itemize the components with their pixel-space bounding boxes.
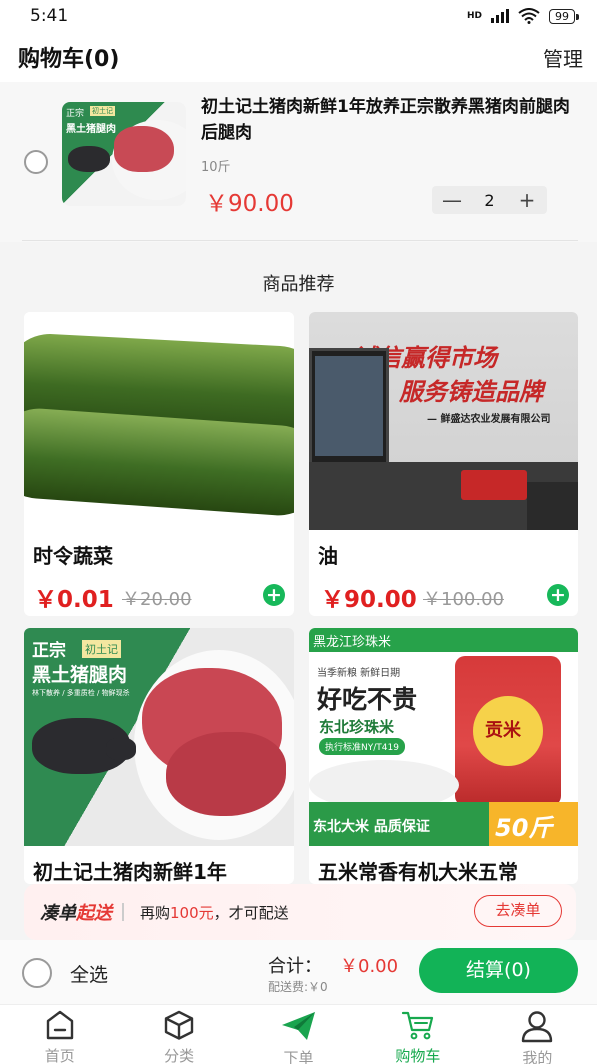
product-image: 诚信赢得市场 服务铸造品牌 — 鲜盛达农业发展有限公司: [309, 312, 578, 530]
product-image: 黑龙江珍珠米 当季新粮 新鲜日期 好吃不贵 东北珍珠米 执行标准NY/T419 …: [309, 628, 578, 846]
cart-icon: [398, 1009, 438, 1041]
battery-icon: 99: [549, 8, 579, 24]
thumb-tag: 初土记: [90, 106, 115, 116]
user-icon: [517, 1009, 557, 1043]
pork-subtitle: 黑土猪腿肉: [32, 664, 128, 686]
rice-line2: 东北珍珠米: [319, 718, 395, 736]
product-name: 油: [318, 544, 338, 568]
pork-features: 林下散养 / 多重质检 / 物鲜现杀: [32, 689, 130, 697]
banner-title-part2: 起送: [76, 903, 112, 924]
pork-tag: 初土记: [82, 640, 121, 658]
thumb-tag-top: 正宗: [66, 109, 85, 119]
add-more-button[interactable]: 去凑单: [474, 895, 562, 927]
checkout-bar: 全选 合计： ￥0.00 配送费:￥0 结算(0): [0, 940, 597, 1004]
banner-title-part1: 凑单: [40, 903, 76, 924]
cart-item-thumbnail[interactable]: 正宗 初土记 黑土猪腿肉: [62, 102, 186, 206]
product-card[interactable]: 黑龙江珍珠米 当季新粮 新鲜日期 好吃不贵 东北珍珠米 执行标准NY/T419 …: [309, 628, 578, 884]
total-value: ￥0.00: [340, 956, 399, 977]
manage-button[interactable]: 管理: [543, 43, 583, 72]
decrease-button[interactable]: —: [442, 188, 462, 212]
shipping-fee: 配送费:￥0: [268, 980, 328, 994]
rice-line1: 当季新粮 新鲜日期: [317, 668, 401, 679]
increase-button[interactable]: +: [517, 188, 537, 212]
product-card[interactable]: 正宗 初土记 黑土猪腿肉 林下散养 / 多重质检 / 物鲜现杀 初土记土猪肉新鲜…: [24, 628, 294, 884]
cart-item-spec: 10斤: [201, 160, 231, 175]
cart-item-price: ￥90.00: [205, 191, 294, 217]
select-all-label[interactable]: 全选: [70, 960, 108, 987]
divider: [22, 240, 578, 241]
status-bar: 5:41 HD 99: [0, 0, 597, 32]
pork-tag-top: 正宗: [32, 641, 66, 661]
product-card[interactable]: 诚信赢得市场 服务铸造品牌 — 鲜盛达农业发展有限公司 油 ￥90.00 ￥10…: [309, 312, 578, 616]
tab-profile[interactable]: 我的: [478, 1005, 597, 1064]
page-title: 购物车(0): [18, 47, 120, 72]
category-icon: [159, 1009, 199, 1041]
rice-standard: 执行标准NY/T419: [319, 738, 405, 755]
add-to-cart-icon[interactable]: +: [547, 584, 569, 606]
tab-label: 首页: [44, 1047, 75, 1064]
rice-bag-label: 贡米: [485, 720, 521, 741]
send-icon: [279, 1009, 319, 1043]
status-icons: HD 99: [466, 8, 579, 24]
banner-msg-prefix: 再购: [140, 903, 171, 922]
network-label: HD: [466, 11, 482, 21]
signal-icon: [491, 9, 509, 23]
total-label: 合计：: [268, 956, 322, 977]
select-all-checkbox[interactable]: [22, 958, 52, 988]
banner-message: 再购100元，才可配送: [140, 902, 289, 923]
banner-msg-suffix: ，才可配送: [213, 903, 289, 922]
rice-weight: 50斤: [495, 814, 553, 842]
header: 购物车(0) 管理: [0, 32, 597, 82]
product-name: 初土记土猪肉新鲜1年: [33, 860, 227, 884]
product-card[interactable]: 时令蔬菜 ￥0.01 ￥20.00 +: [24, 312, 294, 616]
product-original-price: ￥20.00: [122, 589, 192, 610]
add-to-cart-icon[interactable]: +: [263, 584, 285, 606]
wifi-icon: [518, 8, 540, 24]
wall-company: — 鲜盛达农业发展有限公司: [427, 414, 551, 425]
cart-item: 正宗 初土记 黑土猪腿肉 初土记土猪肉新鲜1年放养正宗散养黑猪肉前腿肉后腿肉 1…: [0, 82, 597, 242]
tab-cart[interactable]: 购物车: [358, 1005, 477, 1064]
tab-order[interactable]: 下单: [239, 1005, 358, 1064]
cart-item-checkbox[interactable]: [24, 150, 48, 174]
tab-label: 下单: [283, 1049, 314, 1064]
product-price: ￥0.01: [34, 587, 114, 613]
recommend-title: 商品推荐: [262, 274, 335, 295]
product-original-price: ￥100.00: [423, 589, 504, 610]
banner-msg-amount: 100元: [170, 903, 214, 922]
rice-strip-text: 黑龙江珍珠米: [313, 635, 392, 650]
thumb-title: 黑土猪腿肉: [66, 124, 116, 135]
rice-footer: 东北大米 品质保证: [313, 819, 430, 835]
minimum-order-banner: 凑单 起送 再购100元，才可配送 去凑单: [24, 884, 576, 940]
tab-category[interactable]: 分类: [119, 1005, 238, 1064]
product-image: [24, 312, 294, 530]
tab-bar: 首页 分类 下单 购物车 我的: [0, 1004, 597, 1064]
product-name: 时令蔬菜: [33, 544, 113, 568]
tab-label: 购物车: [395, 1047, 441, 1064]
quantity-value[interactable]: 2: [484, 191, 494, 210]
wall-slogan-2: 服务铸造品牌: [399, 378, 543, 406]
cart-item-name[interactable]: 初土记土猪肉新鲜1年放养正宗散养黑猪肉前腿肉后腿肉: [201, 94, 571, 146]
status-time: 5:41: [30, 6, 69, 26]
tab-label: 我的: [522, 1049, 553, 1064]
product-price: ￥90.00: [321, 587, 417, 613]
product-image: 正宗 初土记 黑土猪腿肉 林下散养 / 多重质检 / 物鲜现杀: [24, 628, 294, 846]
checkout-button[interactable]: 结算(0): [419, 948, 578, 993]
banner-separator: [122, 903, 124, 921]
tab-label: 分类: [164, 1047, 195, 1064]
tab-home[interactable]: 首页: [0, 1005, 119, 1064]
home-icon: [40, 1009, 80, 1041]
product-name: 五米常香有机大米五常: [318, 860, 518, 884]
quantity-stepper: — 2 +: [432, 186, 547, 214]
rice-headline: 好吃不贵: [317, 685, 418, 714]
